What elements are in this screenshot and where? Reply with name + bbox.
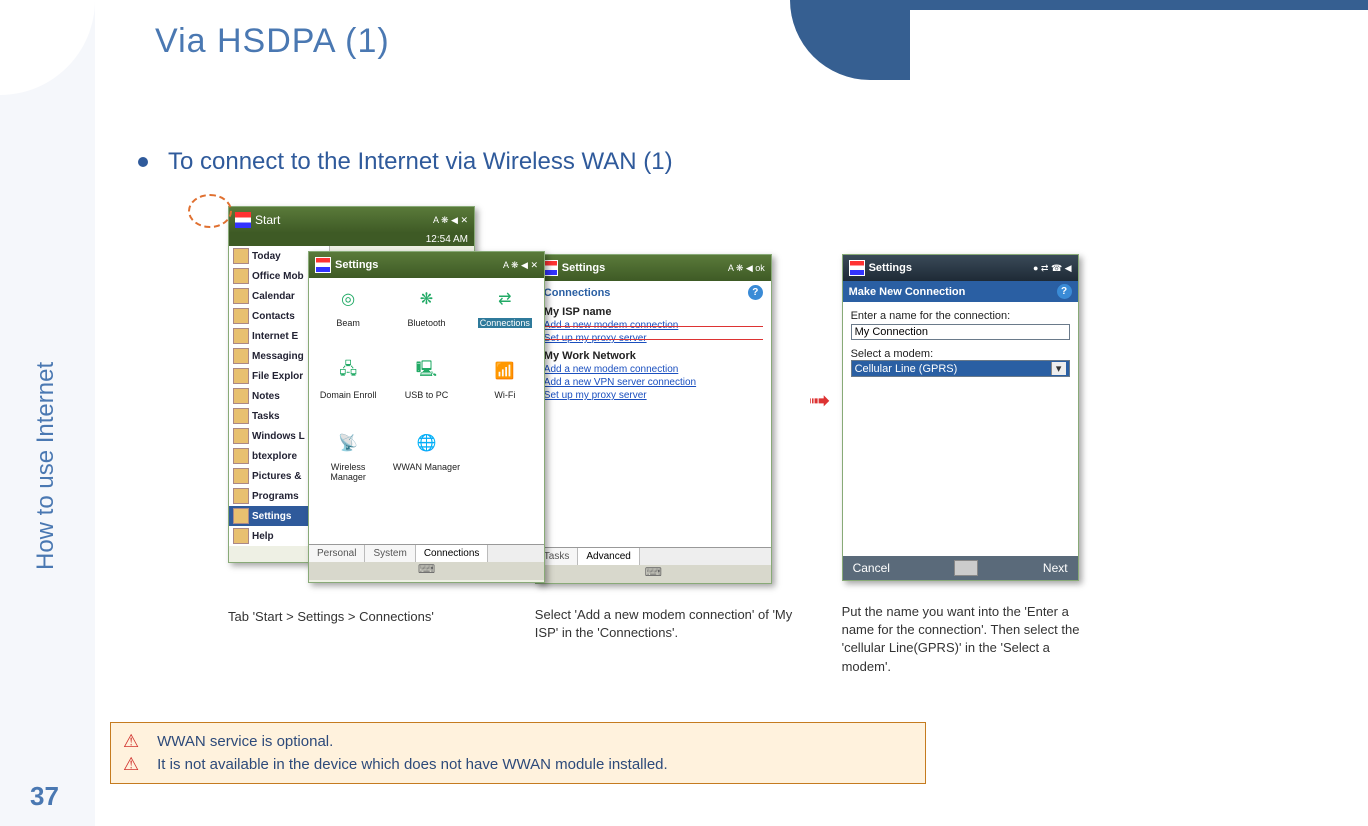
settings-title-2: Settings xyxy=(562,262,605,274)
tab-advanced[interactable]: Advanced xyxy=(578,548,639,565)
settings-icon-wi-fi[interactable]: 📶Wi-Fi xyxy=(470,356,540,400)
status-icons: A ❋ ◀ ✕ xyxy=(433,215,468,226)
wm-flag-icon xyxy=(849,260,865,276)
slide-title: Via HSDPA (1) xyxy=(155,22,390,61)
warning-text-2: It is not available in the device which … xyxy=(157,756,668,773)
screenshot-3: Settings ● ⇄ ☎ ◀ Make New Connection? En… xyxy=(842,254,1079,581)
group-my-work: My Work Network xyxy=(544,350,763,362)
link-add-modem-work[interactable]: Add a new modem connection xyxy=(544,364,763,375)
help-icon[interactable]: ? xyxy=(748,285,763,300)
arrow-icon: ➟ xyxy=(809,385,828,416)
link-add-vpn-work[interactable]: Add a new VPN server connection xyxy=(544,377,763,388)
tab-connections[interactable]: Connections xyxy=(416,545,489,562)
settings-title: Settings xyxy=(335,259,378,271)
settings-status-icons: A ❋ ◀ ✕ xyxy=(503,260,538,271)
modem-selected-value: Cellular Line (GPRS) xyxy=(855,363,958,375)
warning-text-1: WWAN service is optional. xyxy=(157,733,333,750)
bullet-text: To connect to the Internet via Wireless … xyxy=(168,148,673,176)
settings-icon-bluetooth[interactable]: ❋Bluetooth xyxy=(391,284,461,328)
cancel-button[interactable]: Cancel xyxy=(853,561,890,575)
caption-2: Select 'Add a new modem connection' of '… xyxy=(535,606,795,642)
chevron-down-icon: ▾ xyxy=(1051,362,1066,375)
warning-icon: ⚠ xyxy=(123,754,139,775)
group-my-isp: My ISP name xyxy=(544,306,763,318)
warning-box: ⚠ WWAN service is optional. ⚠ It is not av… xyxy=(110,722,926,784)
settings-title-3: Settings xyxy=(869,262,912,274)
link-proxy-work[interactable]: Set up my proxy server xyxy=(544,390,763,401)
page-number: 37 xyxy=(30,781,59,812)
warning-icon: ⚠ xyxy=(123,731,139,752)
settings-icon-wireless-manager[interactable]: 📡Wireless Manager xyxy=(313,428,383,482)
highlight-circle-addmodem xyxy=(188,194,232,228)
tab-system[interactable]: System xyxy=(365,545,415,562)
modem-select[interactable]: Cellular Line (GPRS) ▾ xyxy=(851,360,1070,377)
screenshot-1: Start A ❋ ◀ ✕ 12:54 AM TodayOffice MobCa… xyxy=(228,206,488,586)
settings-icon-connections[interactable]: ⇄Connections xyxy=(470,284,540,328)
link-proxy-isp[interactable]: Set up my proxy server xyxy=(544,333,763,344)
help-icon[interactable]: ? xyxy=(1057,284,1072,299)
wm-flag-icon xyxy=(315,257,331,273)
caption-3: Put the name you want into the 'Enter a … xyxy=(842,603,1092,676)
settings-icon-domain-enroll[interactable]: 🖧Domain Enroll xyxy=(313,356,383,400)
screenshot-2: Settings A ❋ ◀ ok Connections? My ISP na… xyxy=(535,254,772,584)
settings-icon-usb-to-pc[interactable]: 🖳USB to PC xyxy=(391,356,461,400)
sip-keyboard-icon: ⌨ xyxy=(536,565,771,583)
connection-name-input[interactable] xyxy=(851,324,1070,340)
tab-personal[interactable]: Personal xyxy=(309,545,365,562)
start-flag-icon xyxy=(235,212,251,228)
status-icons-2: A ❋ ◀ ok xyxy=(728,263,765,274)
bullet-icon xyxy=(138,157,148,167)
caption-1: Tab 'Start > Settings > Connections' xyxy=(228,608,434,626)
sip-keyboard-icon xyxy=(954,560,978,576)
next-button[interactable]: Next xyxy=(1043,561,1068,575)
make-new-connection-header: Make New Connection xyxy=(849,286,966,298)
label-enter-name: Enter a name for the connection: xyxy=(851,310,1070,322)
sip-keyboard-icon: ⌨ xyxy=(309,562,544,580)
start-label: Start xyxy=(255,213,280,227)
settings-icon-beam[interactable]: ◎Beam xyxy=(313,284,383,328)
label-select-modem: Select a modem: xyxy=(851,348,1070,360)
settings-icon-wwan-manager[interactable]: 🌐WWAN Manager xyxy=(391,428,461,472)
connections-header: Connections xyxy=(544,287,611,299)
link-add-modem-isp[interactable]: Add a new modem connection xyxy=(544,320,763,331)
status-icons-3: ● ⇄ ☎ ◀ xyxy=(1033,263,1072,274)
clock: 12:54 AM xyxy=(229,233,474,246)
side-label: How to use Internet xyxy=(32,362,60,570)
